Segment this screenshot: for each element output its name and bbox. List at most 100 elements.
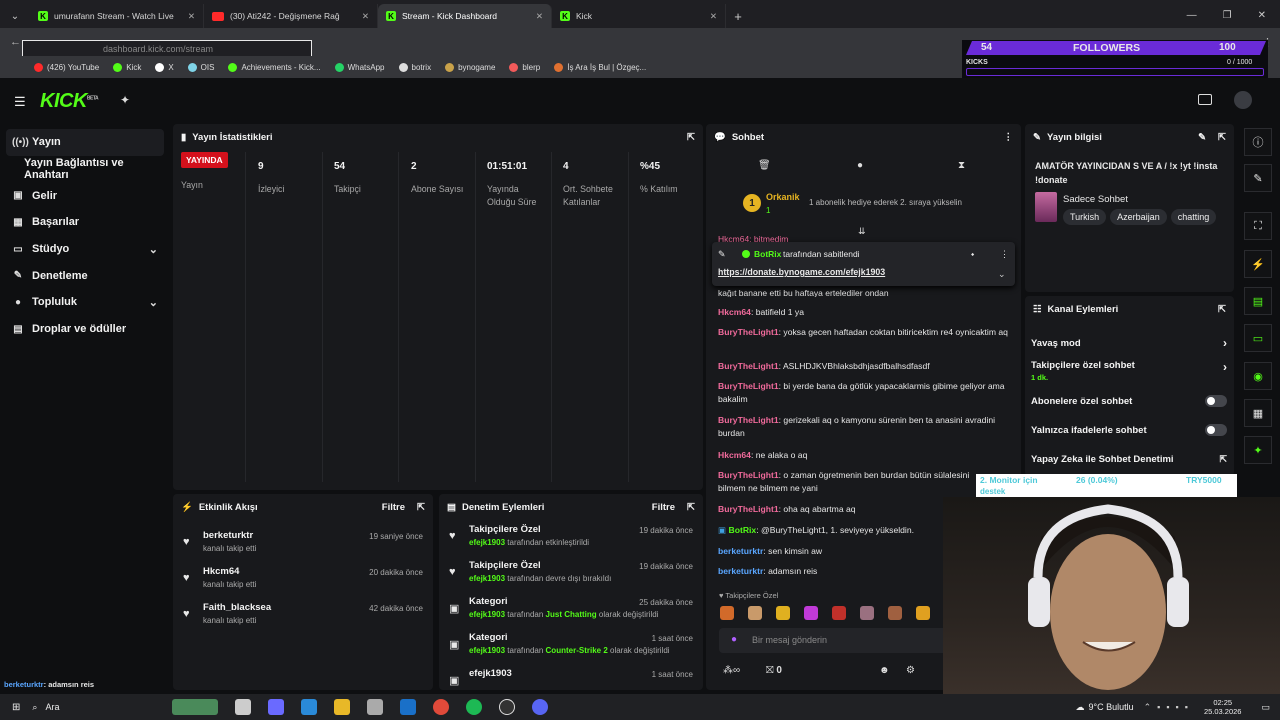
hourglass-icon[interactable]: ⧗ — [958, 160, 965, 171]
notification-icon[interactable]: ▭ — [1261, 702, 1270, 713]
kick-logo[interactable]: KICKBETA — [40, 90, 99, 113]
bookmark[interactable]: Kick — [113, 62, 141, 72]
chevron-down-icon[interactable]: ⌄ — [998, 269, 1006, 280]
explorer-icon[interactable] — [333, 699, 350, 715]
bookmark[interactable]: Achievements - Kick... — [228, 62, 321, 72]
tab-search-icon[interactable]: ⌄ — [0, 4, 30, 28]
bookmark[interactable]: WhatsApp — [334, 62, 385, 72]
chat-username[interactable]: berketurktr — [718, 566, 763, 576]
popout-icon[interactable]: ⇱ — [1218, 132, 1226, 143]
emote-icon[interactable] — [860, 606, 874, 620]
slow-mode-row[interactable]: Yavaş mod › — [1031, 336, 1227, 350]
wrench-icon[interactable]: ✦ — [1244, 436, 1272, 464]
browser-tab-active[interactable]: K Stream - Kick Dashboard ✕ — [378, 4, 552, 28]
mail-icon[interactable] — [399, 699, 416, 715]
filter-button[interactable]: Filtre — [652, 502, 675, 513]
copilot-icon[interactable] — [267, 699, 284, 715]
sidebar-item-basarilar[interactable]: ▦ Başarılar — [0, 209, 170, 236]
moderator-name[interactable]: efejk1903 — [469, 610, 505, 619]
bookmark[interactable]: OIS — [187, 62, 214, 72]
activity-user[interactable]: berketurktr — [203, 530, 256, 541]
taskbar-search[interactable]: ⌕ Ara — [28, 697, 163, 717]
activity-user[interactable]: Faith_blacksea — [203, 602, 271, 613]
subscribers-only-toggle[interactable] — [1205, 395, 1227, 407]
scroll-down-icon[interactable]: ⇊ — [858, 226, 866, 237]
sidebar-item-topluluk[interactable]: ● Topluluk ⌄ — [0, 289, 170, 316]
dashboard-icon[interactable] — [1198, 94, 1212, 105]
emote-icon[interactable] — [804, 606, 818, 620]
moderator-name[interactable]: efejk1903 — [469, 646, 505, 655]
broadcast-icon[interactable]: ◉ — [1244, 362, 1272, 390]
task-view-icon[interactable] — [234, 699, 251, 715]
browser-tab[interactable]: (30) Ati242 - Değişmene Rağ ✕ — [204, 4, 378, 28]
tag[interactable]: Turkish — [1063, 209, 1107, 225]
minimize-icon[interactable]: — — [1187, 10, 1197, 21]
close-window-icon[interactable]: ✕ — [1258, 10, 1266, 21]
chat-username[interactable]: BuryTheLight1 — [718, 504, 779, 514]
close-tab-icon[interactable]: ✕ — [536, 11, 543, 22]
chat-username[interactable]: BuryTheLight1 — [718, 361, 779, 371]
chat-username[interactable]: berketurktr — [718, 546, 763, 556]
ai-moderation-row[interactable]: Yapay Zeka ile Sohbet Denetimi ⇱ — [1031, 454, 1227, 465]
store-icon[interactable] — [366, 699, 383, 715]
layout-icon[interactable]: ▦ — [1244, 399, 1272, 427]
bookmark[interactable]: bynogame — [445, 62, 495, 72]
leaderboard-name[interactable]: Orkanik — [766, 192, 800, 202]
chat-input[interactable]: ● Bir mesaj gönderin — [719, 628, 949, 653]
sidebar-item-studyo[interactable]: ▭ Stüdyo ⌄ — [0, 236, 170, 263]
popout-icon[interactable]: ⇱ — [1218, 304, 1226, 315]
viewer-list-button[interactable]: ⁂∞ — [723, 665, 740, 676]
close-tab-icon[interactable]: ✕ — [188, 11, 195, 22]
chat-bubble-icon[interactable]: ● — [857, 160, 863, 171]
maximize-icon[interactable]: ❐ — [1223, 10, 1232, 21]
hamburger-menu-icon[interactable]: ☰ — [14, 94, 26, 110]
pen-icon[interactable]: ✎ — [1244, 164, 1272, 192]
discord-icon[interactable] — [531, 699, 548, 715]
fullscreen-icon[interactable]: ⛶ — [1244, 212, 1272, 240]
new-tab-button[interactable]: + — [726, 4, 750, 28]
bookmark[interactable]: X — [155, 62, 174, 72]
browser-tab[interactable]: K umurafann Stream - Watch Live ✕ — [30, 4, 204, 28]
emote-only-toggle[interactable] — [1205, 424, 1227, 436]
close-tab-icon[interactable]: ✕ — [710, 11, 717, 22]
popout-icon[interactable]: ⇱ — [417, 502, 425, 513]
popout-icon[interactable]: ⇱ — [687, 132, 695, 143]
sidebar-item-gelir[interactable]: ▣ Gelir — [0, 182, 170, 209]
widget-image-icon[interactable] — [171, 699, 218, 715]
settings-gear-icon[interactable]: ⚙ — [906, 665, 915, 676]
chat-username[interactable]: Hkcm64 — [718, 307, 751, 317]
unpin-icon[interactable]: ⬩ — [971, 249, 974, 260]
followers-only-row[interactable]: Takipçilere özel sohbet 1 dk. › — [1031, 360, 1227, 382]
chat-username[interactable]: BuryTheLight1 — [718, 327, 779, 337]
category-name[interactable]: Sadece Sohbet — [1063, 194, 1128, 205]
chrome-icon[interactable] — [432, 699, 449, 715]
chat-username[interactable]: BuryTheLight1 — [718, 470, 779, 480]
bookmark[interactable]: botrix — [398, 62, 431, 72]
obs-icon[interactable] — [498, 699, 515, 715]
chat-username[interactable]: Hkcm64 — [718, 450, 751, 460]
bookmark[interactable]: blerp — [509, 62, 540, 72]
avatar[interactable] — [1234, 91, 1252, 109]
chat-username[interactable]: BotRix — [729, 525, 757, 535]
edge-icon[interactable] — [300, 699, 317, 715]
filter-button[interactable]: Filtre — [382, 502, 405, 513]
more-icon[interactable]: ⋮ — [1000, 249, 1009, 260]
sidebar-item-stream-key[interactable]: Yayın Bağlantısı ve Anahtarı — [0, 156, 170, 183]
tag[interactable]: chatting — [1170, 209, 1217, 225]
emote-icon[interactable] — [916, 606, 930, 620]
pinned-link[interactable]: https://donate.bynogame.com/efejk1903 — [718, 267, 885, 277]
edit-icon[interactable]: ✎ — [1198, 132, 1206, 143]
pin-icon[interactable]: ✦ — [120, 93, 130, 107]
list-icon[interactable]: ▤ — [1244, 287, 1272, 315]
category-thumbnail[interactable] — [1035, 192, 1057, 222]
popout-icon[interactable]: ⇱ — [687, 502, 695, 513]
emote-icon[interactable] — [832, 606, 846, 620]
trash-icon[interactable]: 🗑 — [758, 160, 771, 171]
emote-icon[interactable] — [748, 606, 762, 620]
emote-icon[interactable] — [888, 606, 902, 620]
bookmark[interactable]: İş Ara İş Bul | Özgeç... — [554, 62, 646, 72]
chat-username[interactable]: BuryTheLight1 — [718, 415, 779, 425]
bookmark[interactable]: (426) YouTube — [34, 62, 99, 72]
chat-username[interactable]: BuryTheLight1 — [718, 381, 779, 391]
clock[interactable]: 02:25 25.03.2026 — [1204, 698, 1242, 716]
